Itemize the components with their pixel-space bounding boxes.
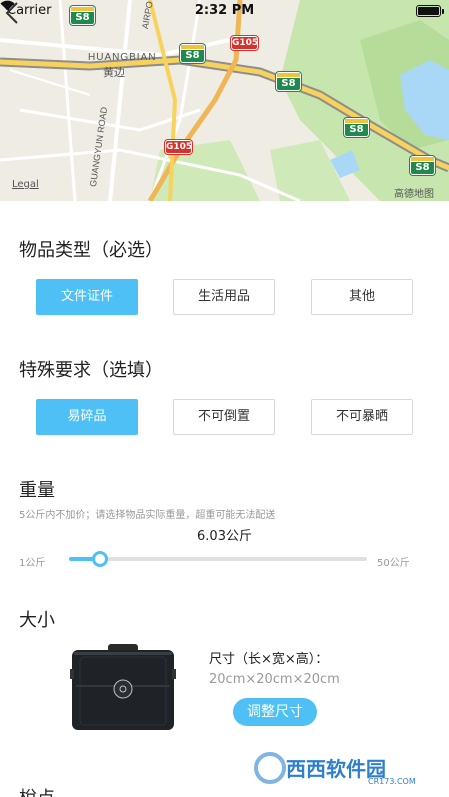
adjust-size-button[interactable]: 调整尺寸 xyxy=(233,698,317,726)
special-option-fragile[interactable]: 易碎品 xyxy=(36,399,138,435)
highway-shield-s8: S8 xyxy=(410,156,435,175)
map-canvas xyxy=(0,0,449,201)
special-option-no-invert[interactable]: 不可倒置 xyxy=(173,399,275,435)
battery-icon xyxy=(416,5,444,17)
item-type-option-documents[interactable]: 文件证件 xyxy=(36,279,138,315)
slider-thumb[interactable] xyxy=(91,551,108,567)
map-view[interactable]: Carrier 2:32 PM S8 S8 S8 S8 S8 G105 G105… xyxy=(0,0,449,201)
item-type-option-daily-goods[interactable]: 生活用品 xyxy=(173,279,275,315)
size-label: 尺寸（长×宽×高）： xyxy=(209,652,329,667)
suitcase-image xyxy=(70,644,176,730)
map-label-huangbian-en: HUANGBIAN xyxy=(88,52,157,63)
weight-hint: 5公斤内不加价；请选择物品实际重量，超重可能无法配送 xyxy=(19,510,276,521)
weight-slider[interactable] xyxy=(69,551,367,567)
slider-track xyxy=(69,557,367,561)
map-label-huangbian-cn: 黄边 xyxy=(103,67,125,79)
weight-value: 6.03公斤 xyxy=(197,529,252,544)
highway-shield-s8: S8 xyxy=(344,118,369,137)
highway-shield-g105: G105 xyxy=(231,36,259,50)
size-title: 大小 xyxy=(19,610,55,631)
weight-min-label: 1公斤 xyxy=(19,558,46,569)
weight-title: 重量 xyxy=(19,480,55,501)
special-option-no-sun[interactable]: 不可暴晒 xyxy=(311,399,413,435)
back-chevron-icon[interactable] xyxy=(0,0,26,26)
status-time: 2:32 PM xyxy=(194,3,255,18)
item-type-title: 物品类型（必选） xyxy=(19,240,163,261)
highway-shield-g105: G105 xyxy=(165,140,193,154)
item-type-option-other[interactable]: 其他 xyxy=(311,279,413,315)
next-section-title: 梲点 xyxy=(19,784,55,797)
highway-shield-s8: S8 xyxy=(180,44,205,63)
weight-max-label: 50公斤 xyxy=(377,558,410,569)
svg-text:CR173.COM: CR173.COM xyxy=(368,777,416,786)
special-requirements-title: 特殊要求（选填） xyxy=(19,360,163,381)
map-provider-logo: 高德地图 xyxy=(394,189,434,200)
map-legal-link[interactable]: Legal xyxy=(12,179,39,190)
watermark-logo: 西西软件园 CR173.COM xyxy=(250,750,430,786)
status-bar: Carrier 2:32 PM xyxy=(0,0,449,22)
size-value: 20cm×20cm×20cm xyxy=(209,672,340,687)
highway-shield-s8: S8 xyxy=(276,72,301,91)
